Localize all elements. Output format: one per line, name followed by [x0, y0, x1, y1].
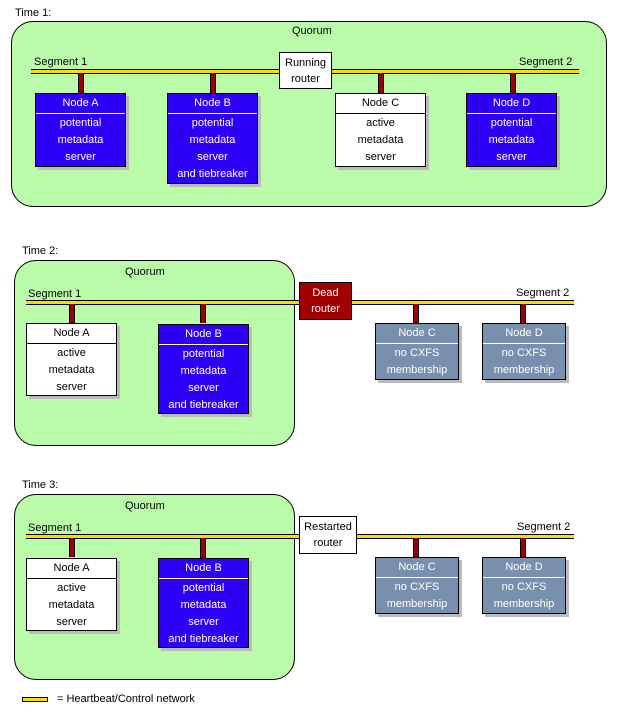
- node-role-line: server: [56, 616, 87, 628]
- node-c-link: [378, 73, 384, 93]
- node-c: Node C active metadata server: [335, 93, 426, 167]
- quorum-label: Quorum: [292, 25, 332, 37]
- router: Running router: [279, 52, 332, 89]
- node-role-line: metadata: [189, 134, 236, 146]
- node-role-line: metadata: [180, 365, 227, 377]
- router-label-line: router: [291, 73, 320, 85]
- node-title: Node D: [467, 94, 556, 114]
- segment-1-label: Segment 1: [34, 56, 88, 68]
- node-b-link: [210, 73, 216, 93]
- node-role-line: potential: [191, 117, 234, 129]
- node-b: Node B potential metadata server and tie…: [158, 558, 249, 648]
- time-label: Time 3:: [22, 479, 59, 491]
- node-role-line: active: [57, 582, 86, 594]
- node-a: Node A active metadata server: [26, 558, 117, 631]
- node-title: Node C: [336, 94, 425, 114]
- node-b-link: [200, 304, 206, 323]
- node-role-line: membership: [493, 364, 555, 376]
- node-a-link: [69, 304, 75, 323]
- node-d: Node D no CXFS membership: [482, 557, 566, 614]
- segment-2-label: Segment 2: [519, 56, 573, 68]
- node-role-line: membership: [386, 364, 448, 376]
- node-role-line: metadata: [488, 134, 535, 146]
- segment-2-label: Segment 2: [517, 521, 571, 533]
- node-title: Node A: [27, 559, 116, 579]
- router-label-line: Restarted: [304, 521, 352, 533]
- node-role-line: membership: [493, 598, 555, 610]
- segment-2-label: Segment 2: [516, 287, 570, 299]
- router-label-line: router: [311, 303, 340, 315]
- node-role-line: membership: [386, 598, 448, 610]
- router: Restarted router: [299, 516, 357, 554]
- time-label: Time 2:: [22, 245, 59, 257]
- node-d: Node D no CXFS membership: [482, 323, 566, 380]
- node-title: Node B: [159, 325, 248, 345]
- node-role-line: and tiebreaker: [168, 399, 239, 411]
- node-c: Node C no CXFS membership: [375, 557, 459, 614]
- node-role-line: active: [366, 117, 395, 129]
- node-role-line: no CXFS: [501, 347, 547, 359]
- time-label: Time 1:: [15, 7, 52, 19]
- node-role-line: server: [496, 151, 527, 163]
- node-title: Node C: [376, 324, 458, 344]
- node-b: Node B potential metadata server and tie…: [158, 324, 249, 414]
- node-a-link: [78, 73, 84, 93]
- node-title: Node B: [168, 94, 257, 114]
- node-role-line: potential: [182, 348, 225, 360]
- node-role-line: server: [365, 151, 396, 163]
- quorum-label: Quorum: [125, 500, 165, 512]
- router-label-line: Dead: [312, 287, 339, 299]
- segment-1-label: Segment 1: [28, 522, 82, 534]
- node-role-line: potential: [59, 117, 102, 129]
- quorum-label: Quorum: [125, 266, 165, 278]
- node-d: Node D potential metadata server: [466, 93, 557, 167]
- node-role-line: metadata: [48, 599, 95, 611]
- node-a: Node A potential metadata server: [35, 93, 126, 167]
- node-role-line: active: [57, 347, 86, 359]
- node-role-line: no CXFS: [394, 347, 440, 359]
- node-b: Node B potential metadata server and tie…: [167, 93, 258, 184]
- router-label-line: Running: [285, 57, 326, 69]
- node-role-line: potential: [182, 582, 225, 594]
- node-role-line: potential: [490, 117, 533, 129]
- node-title: Node D: [483, 558, 565, 578]
- node-role-line: server: [188, 382, 219, 394]
- legend-label: = Heartbeat/Control network: [57, 693, 195, 705]
- node-role-line: metadata: [357, 134, 404, 146]
- node-role-line: and tiebreaker: [177, 168, 248, 180]
- node-c-link: [413, 304, 419, 323]
- node-role-line: no CXFS: [394, 581, 440, 593]
- node-title: Node A: [27, 324, 116, 344]
- node-role-line: server: [197, 151, 228, 163]
- node-role-line: server: [65, 151, 96, 163]
- node-role-line: server: [188, 616, 219, 628]
- router-label-line: router: [313, 537, 343, 549]
- node-d-link: [510, 73, 516, 93]
- node-a-link: [69, 538, 75, 557]
- node-title: Node D: [483, 324, 565, 344]
- node-d-link: [520, 304, 526, 323]
- node-role-line: server: [56, 381, 87, 393]
- node-c: Node C no CXFS membership: [375, 323, 459, 380]
- node-title: Node B: [159, 559, 248, 579]
- node-role-line: metadata: [180, 599, 227, 611]
- node-role-line: and tiebreaker: [168, 633, 239, 645]
- node-role-line: metadata: [48, 364, 95, 376]
- node-title: Node C: [376, 558, 458, 578]
- node-b-link: [200, 538, 206, 558]
- node-c-link: [413, 538, 419, 557]
- router: Dead router: [299, 282, 352, 320]
- node-role-line: metadata: [57, 134, 104, 146]
- segment-1-label: Segment 1: [28, 288, 82, 300]
- heartbeat-network-swatch: [22, 697, 48, 702]
- node-d-link: [520, 538, 526, 557]
- node-a: Node A active metadata server: [26, 323, 117, 396]
- node-title: Node A: [36, 94, 125, 114]
- node-role-line: no CXFS: [501, 581, 547, 593]
